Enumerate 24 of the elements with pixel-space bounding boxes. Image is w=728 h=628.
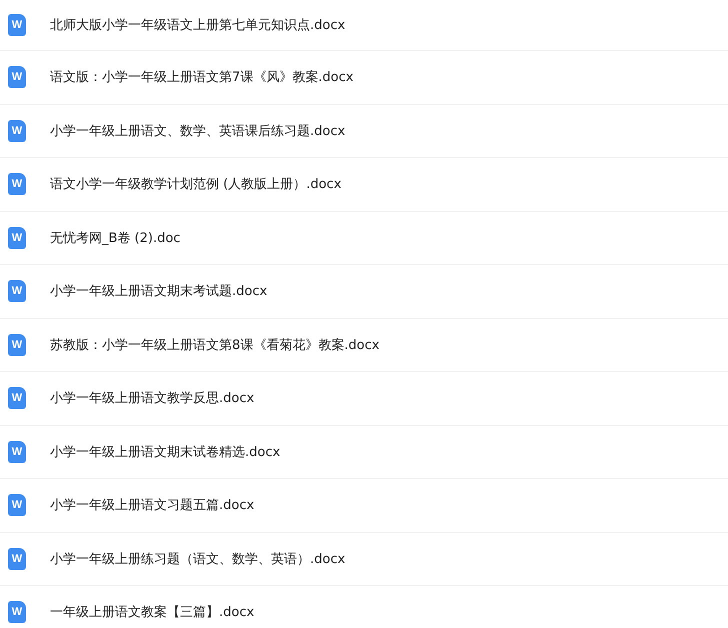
- word-file-icon: W: [8, 173, 26, 196]
- file-name[interactable]: 小学一年级上册语文习题五篇.docx: [50, 496, 254, 514]
- file-name[interactable]: 一年级上册语文教案【三篇】.docx: [50, 603, 254, 622]
- word-file-icon: W: [8, 226, 26, 249]
- file-name[interactable]: 语文版：小学一年级上册语文第7课《风》教案.docx: [50, 68, 354, 86]
- file-name[interactable]: 小学一年级上册语文、数学、英语课后练习题.docx: [50, 122, 346, 140]
- file-name[interactable]: 无忧考网_B卷 (2).doc: [50, 228, 180, 247]
- file-name[interactable]: 小学一年级上册语文教学反思.docx: [50, 389, 254, 408]
- word-file-icon: W: [8, 120, 26, 142]
- word-file-icon: W: [8, 387, 26, 410]
- word-file-icon: W: [8, 66, 26, 88]
- word-file-icon: W: [8, 601, 26, 624]
- file-name[interactable]: 苏教版：小学一年级上册语文第8课《看菊花》教案.docx: [50, 336, 380, 354]
- word-file-icon: W: [8, 494, 26, 516]
- file-name[interactable]: 小学一年级上册语文期末试卷精选.docx: [50, 442, 280, 461]
- word-file-icon: W: [8, 548, 26, 570]
- word-file-icon: W: [8, 14, 26, 36]
- file-name[interactable]: 小学一年级上册语文期末考试题.docx: [50, 282, 268, 300]
- file-name[interactable]: 小学一年级上册练习题（语文、数学、英语）.docx: [50, 550, 346, 568]
- file-name[interactable]: 北师大版小学一年级语文上册第七单元知识点.docx: [50, 16, 346, 34]
- word-file-icon: W: [8, 280, 26, 302]
- file-name[interactable]: 语文小学一年级教学计划范例 (人教版上册）.docx: [50, 175, 342, 194]
- word-file-icon: W: [8, 334, 26, 356]
- word-file-icon: W: [8, 440, 26, 463]
